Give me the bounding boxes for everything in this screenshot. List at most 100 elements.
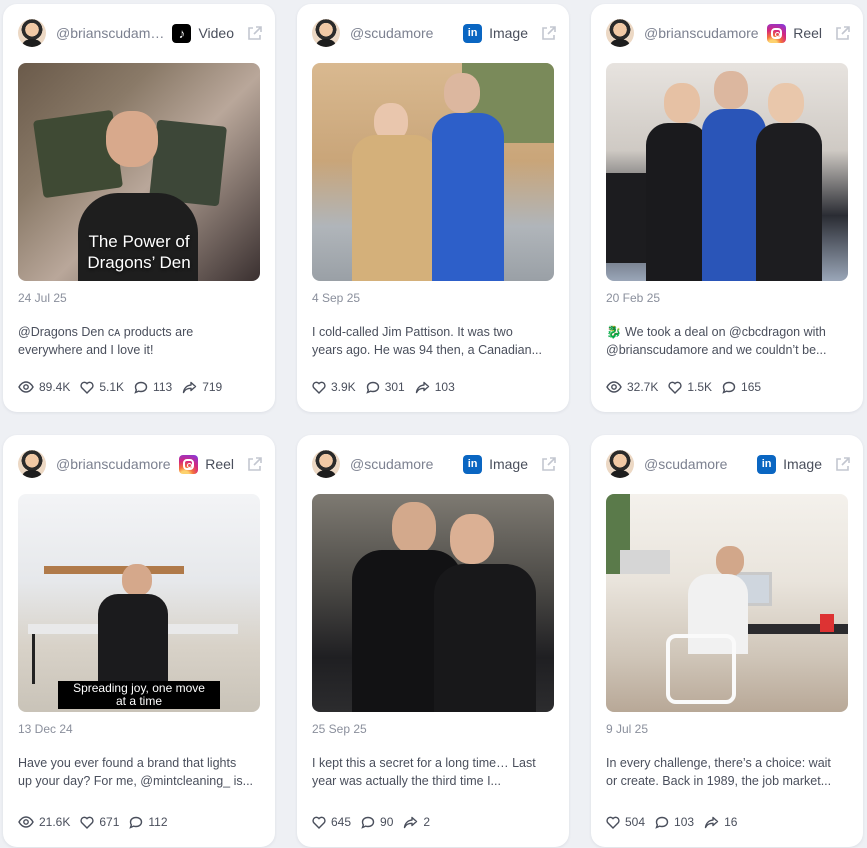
likes-stat: 3.9K (312, 380, 356, 394)
likes-count: 3.9K (331, 380, 356, 394)
comment-icon (722, 381, 736, 394)
platform-badge: in Image (463, 23, 528, 43)
background-sign (606, 173, 646, 263)
platform-label: Reel (793, 25, 822, 41)
description-line: years ago. He was 94 then, a Canadian... (312, 343, 543, 357)
heart-icon (668, 381, 682, 394)
author-handle[interactable]: @scudamore (350, 456, 455, 472)
platform-label: Image (489, 25, 528, 41)
post-media[interactable]: Spreading joy, one move at a time (18, 494, 260, 712)
post-card[interactable]: @scudamore in Image 4 Sep 25 I cold-call… (297, 4, 569, 412)
printer (620, 550, 670, 574)
instagram-icon (767, 23, 787, 43)
eye-icon (606, 381, 622, 393)
description-line: Have you ever found a brand that lights (18, 756, 237, 770)
views-stat: 32.7K (606, 380, 658, 394)
post-description: @Dragons Den ᴄᴀ products are everywhere … (18, 323, 260, 359)
comments-stat: 301 (366, 380, 405, 394)
description-line: up your day? For me, @mintcleaning_ is..… (18, 774, 254, 788)
external-link-icon[interactable] (834, 456, 851, 473)
views-count: 89.4K (39, 380, 71, 394)
comments-stat: 103 (655, 815, 694, 829)
comments-count: 301 (384, 380, 405, 394)
share-icon (415, 381, 429, 393)
author-handle[interactable]: @brianscudamore (644, 25, 759, 41)
external-link-icon[interactable] (834, 25, 851, 42)
person-body (98, 594, 168, 694)
post-card[interactable]: @brianscudamore Reel Spreading joy, one … (3, 435, 275, 847)
linkedin-icon: in (463, 454, 483, 474)
views-count: 32.7K (627, 380, 659, 394)
shares-stat: 719 (182, 380, 222, 394)
share-icon (704, 816, 719, 828)
post-media[interactable] (606, 494, 848, 712)
heart-icon (312, 381, 326, 394)
post-stats: 645 90 2 (312, 813, 440, 831)
person-body (646, 123, 708, 281)
description-line: @brianscudamore and we couldn’t be... (606, 343, 827, 357)
post-media[interactable] (312, 63, 554, 281)
description-line: everywhere and I love it! (18, 343, 154, 357)
likes-stat: 504 (606, 815, 645, 829)
description-line: I kept this a secret for a long time… La… (312, 756, 536, 770)
post-grid: @brianscudamore ♪ Video The Power of Dra… (0, 0, 867, 848)
linkedin-icon: in (757, 454, 777, 474)
post-media[interactable] (606, 63, 848, 281)
external-link-icon[interactable] (540, 456, 557, 473)
external-link-icon[interactable] (246, 25, 263, 42)
shares-count: 2 (423, 815, 431, 829)
post-media[interactable] (312, 494, 554, 712)
share-icon (404, 816, 418, 828)
shares-count: 719 (202, 380, 223, 394)
post-description: 🐉 We took a deal on @cbcdragon with @bri… (606, 323, 848, 359)
description-line: or create. Back in 1989, the job market.… (606, 774, 832, 788)
person-face (450, 514, 494, 564)
external-link-icon[interactable] (540, 25, 557, 42)
person-body (434, 564, 536, 712)
post-media[interactable]: The Power of Dragons’ Den (18, 63, 260, 281)
platform-label: Reel (205, 456, 234, 472)
post-header: @brianscudamore Reel (606, 18, 851, 48)
post-header: @brianscudamore Reel (18, 449, 263, 479)
likes-count: 1.5K (687, 380, 713, 394)
avatar (18, 450, 46, 478)
comments-count: 90 (380, 815, 394, 829)
likes-count: 671 (99, 815, 120, 829)
post-header: @brianscudamore ♪ Video (18, 18, 263, 48)
kitchen-shelf (44, 566, 184, 574)
post-header: @scudamore in Image (312, 449, 557, 479)
video-caption: Spreading joy, one move at a time (58, 681, 220, 709)
eye-icon (18, 381, 34, 393)
post-card[interactable]: @brianscudamore ♪ Video The Power of Dra… (3, 4, 275, 412)
author-handle[interactable]: @brianscudamore (56, 456, 171, 472)
post-header: @scudamore in Image (606, 449, 851, 479)
person-face (392, 502, 436, 554)
post-card[interactable]: @scudamore in Image 25 Sep 25 I kept thi… (297, 435, 569, 847)
post-description: I kept this a secret for a long time… La… (312, 754, 554, 790)
views-stat: 89.4K (18, 380, 70, 394)
post-card[interactable]: @scudamore in Image 9 Jul 25 In every ch… (591, 435, 863, 847)
chair (666, 634, 736, 704)
author-handle[interactable]: @scudamore (644, 456, 749, 472)
person-body (756, 123, 822, 281)
post-date: 20 Feb 25 (606, 291, 661, 305)
comments-stat: 113 (134, 380, 172, 394)
author-handle[interactable]: @scudamore (350, 25, 455, 41)
post-date: 25 Sep 25 (312, 722, 367, 736)
heart-icon (80, 381, 94, 394)
heart-icon (606, 816, 620, 829)
external-link-icon[interactable] (246, 456, 263, 473)
post-card[interactable]: @brianscudamore Reel 20 Feb 25 🐉 We took… (591, 4, 863, 412)
person-face (714, 71, 748, 109)
likes-stat: 1.5K (668, 380, 712, 394)
linkedin-icon: in (463, 23, 483, 43)
comments-count: 165 (741, 380, 762, 394)
post-stats: 21.6K 671 112 (18, 813, 178, 831)
person-face (716, 546, 744, 576)
post-date: 4 Sep 25 (312, 291, 361, 305)
post-stats: 504 103 16 (606, 813, 747, 831)
post-description: Have you ever found a brand that lights … (18, 754, 260, 790)
author-handle[interactable]: @brianscudamore (56, 25, 164, 41)
post-header: @scudamore in Image (312, 18, 557, 48)
platform-label: Image (489, 456, 528, 472)
